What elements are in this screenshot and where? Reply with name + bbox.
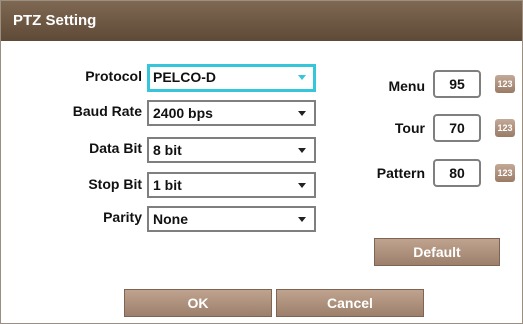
- menu-input[interactable]: 95: [433, 70, 481, 98]
- protocol-value: PELCO-D: [153, 69, 216, 85]
- keypad-icon[interactable]: 123: [495, 75, 515, 93]
- chevron-down-icon: [298, 111, 306, 116]
- stop-bit-label: Stop Bit: [88, 176, 142, 192]
- chevron-down-icon: [298, 217, 306, 222]
- baud-rate-label: Baud Rate: [72, 103, 142, 119]
- parity-value: None: [153, 211, 188, 227]
- title-bar: PTZ Setting: [1, 1, 522, 41]
- tour-label: Tour: [394, 120, 425, 136]
- data-bit-select[interactable]: 8 bit: [147, 137, 316, 163]
- protocol-label: Protocol: [85, 68, 142, 84]
- parity-select[interactable]: None: [147, 206, 316, 232]
- ok-button[interactable]: OK: [124, 289, 272, 317]
- data-bit-value: 8 bit: [153, 142, 182, 158]
- cancel-button[interactable]: Cancel: [276, 289, 424, 317]
- keypad-icon[interactable]: 123: [495, 119, 515, 137]
- keypad-icon[interactable]: 123: [495, 164, 515, 182]
- stop-bit-select[interactable]: 1 bit: [147, 172, 316, 198]
- dialog-title: PTZ Setting: [13, 12, 97, 29]
- data-bit-label: Data Bit: [89, 140, 142, 156]
- stop-bit-value: 1 bit: [153, 177, 182, 193]
- protocol-select[interactable]: PELCO-D: [147, 64, 316, 92]
- baud-rate-select[interactable]: 2400 bps: [147, 100, 316, 126]
- parity-label: Parity: [103, 209, 142, 225]
- tour-input[interactable]: 70: [433, 114, 481, 142]
- default-button[interactable]: Default: [374, 238, 500, 266]
- pattern-input[interactable]: 80: [433, 159, 481, 187]
- ptz-setting-dialog: PTZ Setting Protocol PELCO-D Baud Rate 2…: [0, 0, 523, 324]
- pattern-label: Pattern: [376, 165, 425, 181]
- chevron-down-icon: [298, 75, 306, 80]
- menu-label: Menu: [388, 78, 425, 94]
- chevron-down-icon: [298, 183, 306, 188]
- baud-rate-value: 2400 bps: [153, 105, 213, 121]
- chevron-down-icon: [298, 148, 306, 153]
